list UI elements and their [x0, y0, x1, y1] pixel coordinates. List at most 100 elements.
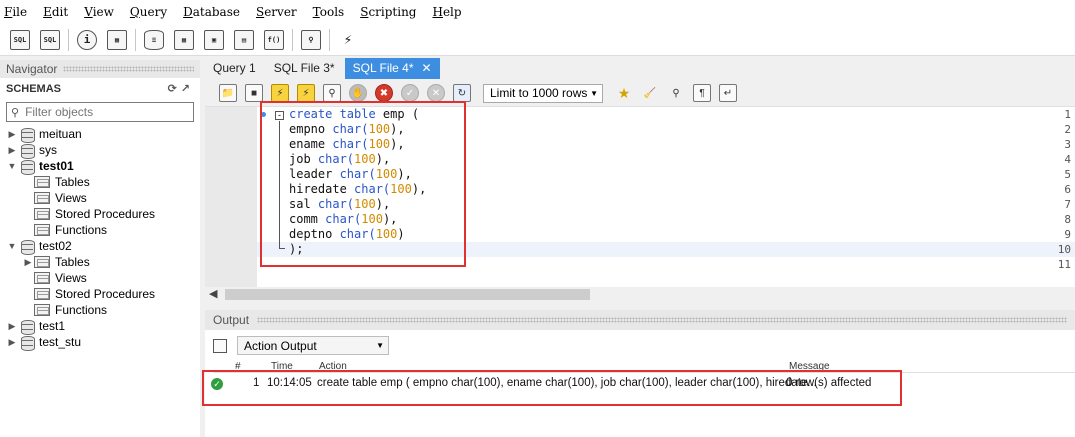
create-table-button[interactable]: ▦ [172, 28, 196, 52]
schema-child-label: Views [55, 191, 87, 205]
schema-test_stu[interactable]: ▶ test_stu [0, 334, 200, 351]
filter-objects-input[interactable] [23, 104, 184, 120]
explain-icon[interactable]: ⚲ [323, 84, 341, 102]
caret-down-icon[interactable]: ▼ [6, 241, 18, 251]
code-token: ) [397, 227, 405, 241]
rollback-icon[interactable]: ✕ [427, 84, 445, 102]
find-icon[interactable]: ⚲ [667, 84, 685, 102]
menu-item-file[interactable]: File [4, 5, 35, 19]
create-view-button[interactable]: ▣ [202, 28, 226, 52]
code-token: ), [397, 167, 412, 181]
line-number: 6 [1064, 183, 1071, 196]
col-header-num: # [235, 361, 241, 372]
autocommit-icon[interactable]: ↻ [453, 84, 471, 102]
code-token: char( [339, 227, 376, 241]
create-procedure-button[interactable]: ▤ [232, 28, 256, 52]
sql-editor[interactable]: - 1 2 3 4 5 6 7 8 9 10 11 create table emp (empno c… [205, 107, 1075, 287]
tab-query-1[interactable]: Query 1 [205, 58, 264, 79]
stop-icon[interactable]: ✋ [349, 84, 367, 102]
line-number: 7 [1064, 198, 1071, 211]
wrap-lines-icon[interactable]: ↵ [719, 84, 737, 102]
commit-icon[interactable]: ✓ [401, 84, 419, 102]
menu-item-server[interactable]: Server [256, 5, 305, 19]
caret-right-icon[interactable]: ▶ [6, 321, 18, 332]
database-icon [21, 239, 35, 255]
grip-dots [257, 317, 1067, 323]
schema-test1[interactable]: ▶ test1 [0, 318, 200, 335]
editor-tab-bar: Query 1 SQL File 3* SQL File 4* ✕ [205, 57, 1075, 79]
save-icon[interactable]: ■ [245, 84, 263, 102]
schema-child-stored-procedures[interactable]: Stored Procedures [0, 206, 200, 222]
code-line: job char(100), [289, 152, 390, 167]
menu-item-edit[interactable]: Edit [43, 5, 76, 19]
output-type-select[interactable]: Action Output ▼ [213, 336, 389, 355]
scroll-left-icon[interactable]: ◀ [209, 287, 217, 300]
menu-item-tools[interactable]: Tools [313, 5, 353, 19]
code-token: empno [289, 122, 333, 136]
caret-right-icon[interactable]: ▶ [22, 257, 34, 268]
reconnect-button[interactable]: ⚡ [336, 28, 360, 52]
menu-item-scripting[interactable]: Scripting [360, 5, 424, 19]
database-icon [21, 319, 35, 335]
new-sql-tab-icon: SQL [10, 29, 30, 50]
copy-icon[interactable] [213, 338, 227, 353]
navigator-panel: Navigator SCHEMAS ⟳ ↗ ⚲ ▶ meituan ▶ sys ▼ tes… [0, 60, 200, 437]
schema-child-stored-procedures[interactable]: Stored Procedures [0, 286, 200, 302]
search-table-data-button[interactable]: ⚲ [299, 28, 323, 52]
beautify-icon[interactable]: 🧹 [641, 84, 659, 102]
output-type-dropdown[interactable]: Action Output ▼ [237, 336, 389, 355]
schema-meituan[interactable]: ▶ meituan [0, 126, 200, 143]
code-token: char( [332, 137, 369, 151]
invisible-chars-icon[interactable]: ¶ [693, 84, 711, 102]
code-token: 100 [390, 182, 412, 196]
code-token: char( [317, 152, 355, 166]
menu-item-help[interactable]: Help [432, 5, 469, 19]
create-function-icon: f() [264, 29, 284, 50]
open-sql-script-icon: SQL [40, 29, 60, 50]
fold-toggle-icon[interactable]: - [275, 111, 284, 120]
schema-test02[interactable]: ▼ test02 [0, 238, 200, 255]
caret-right-icon[interactable]: ▶ [6, 145, 18, 156]
table-row[interactable]: ✓ 1 10:14:05 create table emp ( empno ch… [205, 375, 1075, 393]
new-sql-tab-button[interactable]: SQL [8, 28, 32, 52]
caret-down-icon[interactable]: ▼ [6, 161, 18, 171]
bookmark-icon[interactable]: ★ [615, 84, 633, 102]
folder-icon [34, 256, 50, 268]
create-function-button[interactable]: f() [262, 28, 286, 52]
editor-horizontal-scrollbar[interactable]: ◀ [205, 287, 1075, 302]
create-schema-button[interactable]: ≡ [142, 28, 166, 52]
schema-child-label: Stored Procedures [55, 287, 156, 301]
code-line: ename char(100), [289, 137, 405, 152]
menu-item-database[interactable]: Database [183, 5, 248, 19]
tab-sql-file-3-[interactable]: SQL File 3* [266, 58, 343, 79]
line-number: 8 [1064, 213, 1071, 226]
caret-right-icon[interactable]: ▶ [6, 129, 18, 140]
create-view-icon: ▣ [204, 29, 224, 50]
schema-child-functions[interactable]: Functions [0, 302, 200, 318]
menu-item-view[interactable]: View [84, 5, 122, 19]
refresh-icon[interactable]: ⟳ [168, 82, 177, 95]
schema-child-tables[interactable]: ▶ Tables [0, 254, 200, 270]
menu-item-query[interactable]: Query [130, 5, 175, 19]
close-icon[interactable]: ✕ [422, 58, 432, 79]
scrollbar-thumb[interactable] [225, 289, 590, 300]
toggle-error-icon[interactable]: ✖ [375, 84, 393, 102]
caret-right-icon[interactable]: ▶ [6, 337, 18, 348]
limit-rows-select[interactable]: Limit to 1000 rows ▼ [483, 83, 603, 103]
execute-current-icon[interactable]: ⚡ [297, 84, 315, 102]
schema-test01[interactable]: ▼ test01 [0, 158, 200, 175]
info-button[interactable]: i [75, 28, 99, 52]
tab-sql-file-4-[interactable]: SQL File 4* ✕ [344, 58, 440, 79]
execute-icon[interactable]: ⚡ [271, 84, 289, 102]
open-sql-script-button[interactable]: SQL [38, 28, 62, 52]
expand-icon[interactable]: ↗ [181, 82, 190, 95]
schema-child-views[interactable]: Views [0, 190, 200, 206]
open-inspector-button[interactable]: ▦ [105, 28, 129, 52]
filter-objects-field[interactable]: ⚲ [6, 102, 194, 122]
schema-child-functions[interactable]: Functions [0, 222, 200, 238]
schema-child-tables[interactable]: Tables [0, 174, 200, 190]
open-file-icon[interactable]: 📁 [219, 84, 237, 102]
schema-sys[interactable]: ▶ sys [0, 142, 200, 159]
database-icon [21, 335, 35, 351]
schema-child-views[interactable]: Views [0, 270, 200, 286]
